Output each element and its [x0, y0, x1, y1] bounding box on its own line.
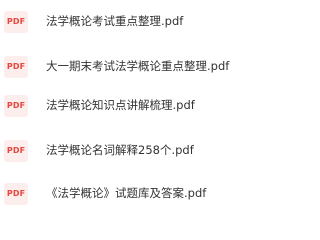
file-name[interactable]: 《法学概论》试题库及答案.pdf	[46, 185, 206, 201]
file-item[interactable]: PDF 《法学概论》试题库及答案.pdf	[0, 179, 300, 209]
pdf-file-icon: PDF	[4, 95, 28, 117]
file-name[interactable]: 法学概论知识点讲解梳理.pdf	[46, 97, 195, 113]
file-item[interactable]: PDF 大一期末考试法学概论重点整理.pdf	[0, 52, 300, 82]
pdf-file-icon: PDF	[4, 56, 28, 78]
file-name[interactable]: 大一期末考试法学概论重点整理.pdf	[46, 58, 229, 74]
file-item[interactable]: PDF 法学概论考试重点整理.pdf	[0, 7, 300, 37]
file-name[interactable]: 法学概论考试重点整理.pdf	[46, 13, 183, 29]
file-item[interactable]: PDF 法学概论知识点讲解梳理.pdf	[0, 91, 300, 121]
pdf-file-icon: PDF	[4, 140, 28, 162]
pdf-file-icon: PDF	[4, 11, 28, 33]
file-name[interactable]: 法学概论名词解释258个.pdf	[46, 142, 194, 158]
pdf-file-icon: PDF	[4, 183, 28, 205]
file-item[interactable]: PDF 法学概论名词解释258个.pdf	[0, 136, 300, 166]
